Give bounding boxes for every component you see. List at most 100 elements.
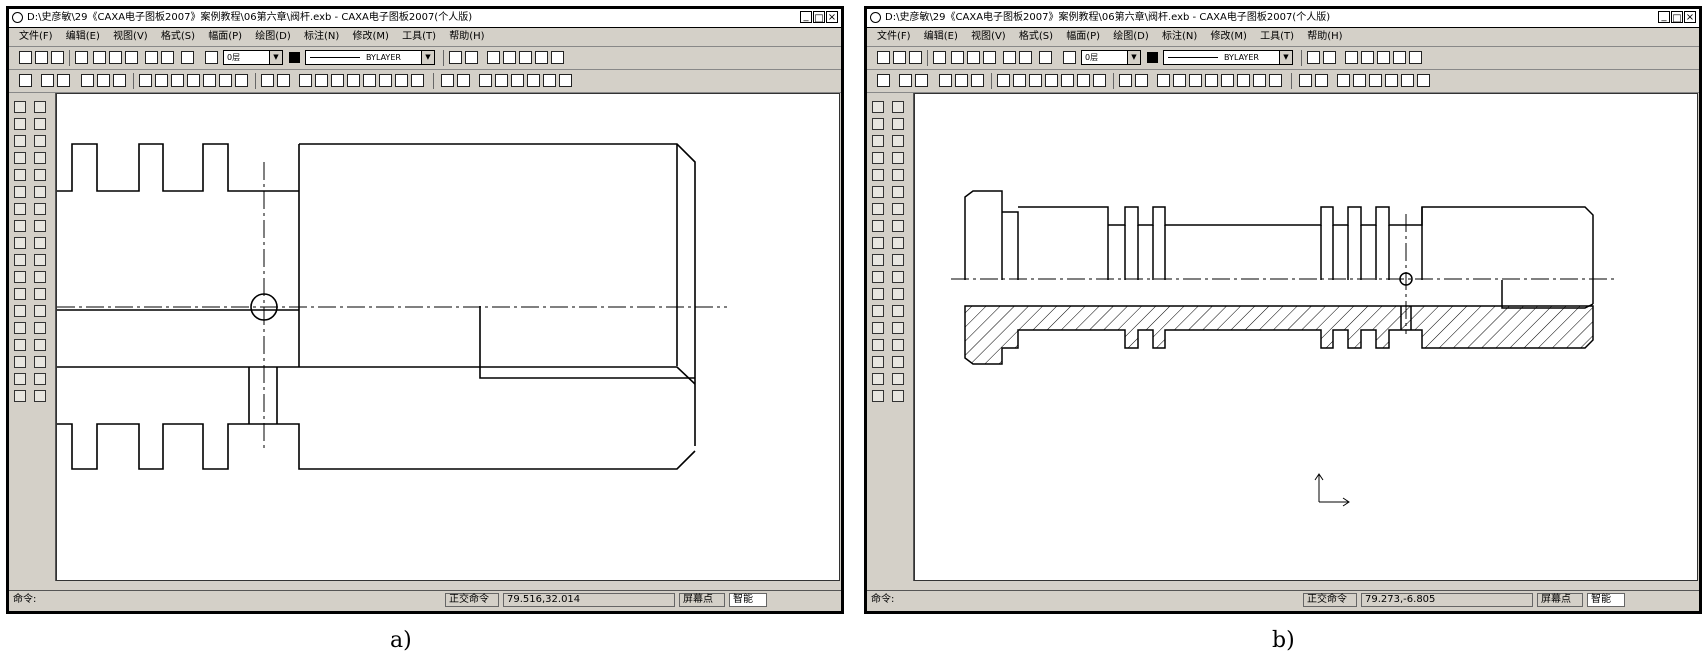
zoom-icon[interactable] [1401,74,1414,87]
menu-view[interactable]: 视图(V) [971,31,1006,42]
image-icon[interactable] [872,356,884,368]
stretch-icon[interactable] [892,305,904,317]
tool-icon[interactable] [479,74,492,87]
cut-icon[interactable] [951,51,964,64]
copy-icon[interactable] [34,135,46,147]
tool-icon[interactable] [971,74,984,87]
cut-icon[interactable] [93,51,106,64]
zoom-icon[interactable] [1417,74,1430,87]
explode-icon[interactable] [34,322,46,334]
polygon-icon[interactable] [14,237,26,249]
new-file-icon[interactable] [877,51,890,64]
tool-icon[interactable] [1221,74,1234,87]
menu-help[interactable]: 帮助(H) [449,31,484,42]
polyline-icon[interactable] [872,271,884,283]
tool-icon[interactable] [1299,74,1312,87]
array-icon[interactable] [34,186,46,198]
menu-dimension[interactable]: 标注(N) [304,31,339,42]
tool-icon[interactable] [939,74,952,87]
tool-icon[interactable] [139,74,152,87]
redo-icon[interactable] [1019,51,1032,64]
menu-sheet[interactable]: 幅面(P) [208,31,242,42]
tool-icon[interactable] [34,373,46,385]
menu-edit[interactable]: 编辑(E) [924,31,958,42]
delete-icon[interactable] [892,101,904,113]
trim-icon[interactable] [892,220,904,232]
tool-icon[interactable] [14,390,26,402]
open-file-icon[interactable] [893,51,906,64]
rotate-icon[interactable] [892,169,904,181]
ellipse-icon[interactable] [14,203,26,215]
center-line-icon[interactable] [14,254,26,266]
tool-icon[interactable] [41,74,54,87]
menu-dimension[interactable]: 标注(N) [1162,31,1197,42]
tool-icon[interactable] [511,74,524,87]
zoom-icon[interactable] [527,74,540,87]
smart-snap-select[interactable]: 智能 [729,593,767,607]
menu-edit[interactable]: 编辑(E) [66,31,100,42]
tool-icon[interactable] [892,339,904,351]
tool-icon[interactable] [155,74,168,87]
arc-icon[interactable] [872,152,884,164]
tool-icon[interactable] [997,74,1010,87]
polyline-icon[interactable] [14,271,26,283]
minimize-button[interactable] [800,9,812,26]
linetype-select[interactable]: BYLAYER ▼ [1163,50,1293,65]
move-icon[interactable] [892,118,904,130]
tool-icon[interactable] [395,74,408,87]
undo-icon[interactable] [1003,51,1016,64]
parallel-line-icon[interactable] [872,118,884,130]
tool-icon[interactable] [1377,51,1390,64]
tool-icon[interactable] [347,74,360,87]
tool-icon[interactable] [1189,74,1202,87]
tool-icon[interactable] [457,74,470,87]
tool-icon[interactable] [34,390,46,402]
mirror-icon[interactable] [892,152,904,164]
tool-icon[interactable] [1205,74,1218,87]
tool-icon[interactable] [1409,51,1422,64]
close-button[interactable] [826,9,838,27]
stretch-icon[interactable] [34,305,46,317]
tool-icon[interactable] [892,373,904,385]
library-icon[interactable] [872,373,884,385]
print-icon[interactable] [75,51,88,64]
tool-icon[interactable] [97,74,110,87]
close-button[interactable] [1684,9,1696,27]
save-icon[interactable] [51,51,64,64]
zoom-icon[interactable] [543,74,556,87]
smart-snap-select[interactable]: 智能 [1587,593,1625,607]
block-icon[interactable] [14,339,26,351]
ellipse-icon[interactable] [872,203,884,215]
menu-draw[interactable]: 绘图(D) [1113,31,1149,42]
tool-icon[interactable] [315,74,328,87]
color-swatch[interactable] [289,52,300,63]
tool-icon[interactable] [34,339,46,351]
paste-icon[interactable] [125,51,138,64]
maximize-button[interactable] [813,10,825,27]
tool-icon[interactable] [187,74,200,87]
rectangle-icon[interactable] [14,220,26,232]
tool-icon[interactable] [1345,51,1358,64]
tool-icon[interactable] [1369,74,1382,87]
tool-icon[interactable] [1045,74,1058,87]
tool-icon[interactable] [441,74,454,87]
tool-icon[interactable] [1135,74,1148,87]
undo-icon[interactable] [145,51,158,64]
trim-icon[interactable] [34,220,46,232]
tool-icon[interactable] [487,51,500,64]
help-icon[interactable] [181,51,194,64]
move-icon[interactable] [34,118,46,130]
save-icon[interactable] [909,51,922,64]
tool-icon[interactable] [331,74,344,87]
parallel-line-icon[interactable] [14,118,26,130]
tool-icon[interactable] [1307,51,1320,64]
point-icon[interactable] [872,186,884,198]
open-file-icon[interactable] [35,51,48,64]
tool-icon[interactable] [1361,51,1374,64]
tool-icon[interactable] [81,74,94,87]
arc-icon[interactable] [14,152,26,164]
tool-icon[interactable] [299,74,312,87]
tool-icon[interactable] [1093,74,1106,87]
tool-icon[interactable] [113,74,126,87]
tool-icon[interactable] [1119,74,1132,87]
